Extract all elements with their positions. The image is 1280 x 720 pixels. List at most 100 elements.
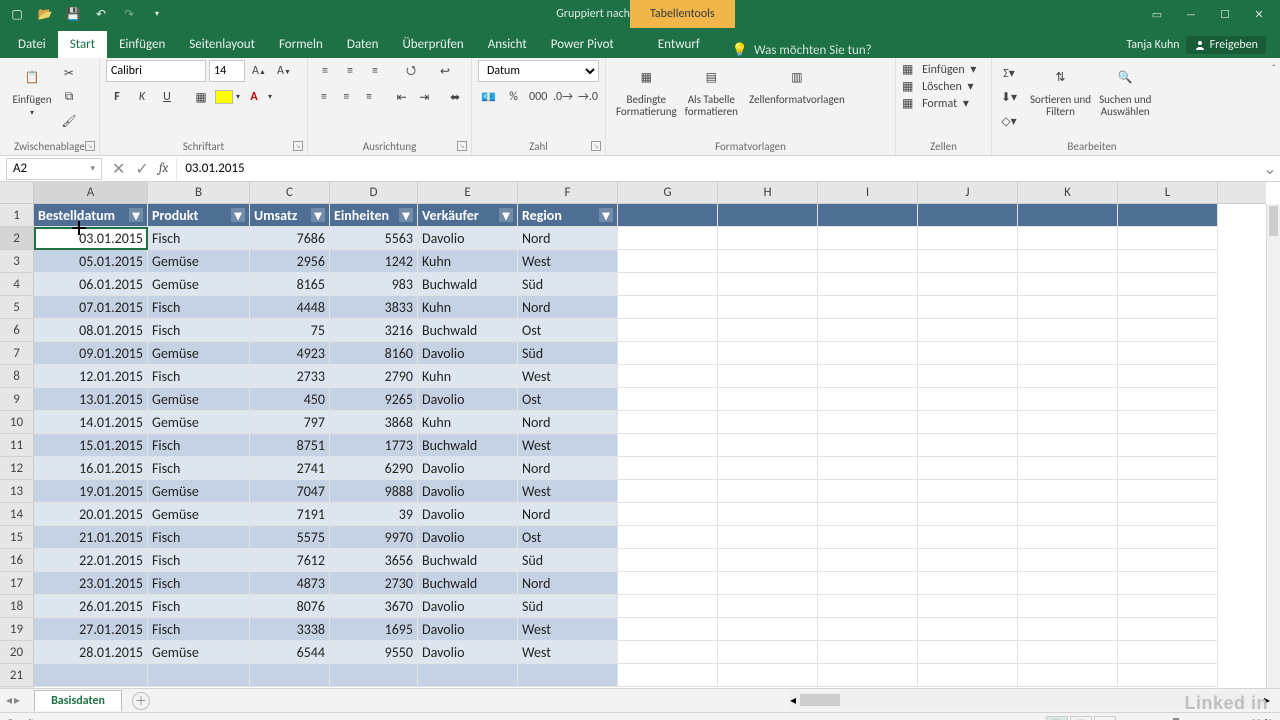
column-header[interactable]: C bbox=[250, 182, 330, 203]
cell[interactable] bbox=[918, 319, 1018, 342]
cell[interactable] bbox=[1118, 572, 1218, 595]
row-header[interactable]: 3 bbox=[0, 250, 34, 273]
cell[interactable]: Kuhn bbox=[418, 365, 518, 388]
row-header[interactable]: 7 bbox=[0, 342, 34, 365]
cell[interactable] bbox=[1018, 342, 1118, 365]
cell[interactable]: 21.01.2015 bbox=[34, 526, 148, 549]
cell[interactable] bbox=[618, 480, 718, 503]
accounting-icon[interactable]: 💶 bbox=[478, 86, 500, 108]
cell[interactable] bbox=[718, 618, 818, 641]
insert-cells-button[interactable]: ▦ Einfügen ▾ bbox=[902, 62, 985, 77]
tab-einfuegen[interactable]: Einfügen bbox=[107, 31, 177, 58]
cell[interactable]: 39 bbox=[330, 503, 418, 526]
cell[interactable] bbox=[618, 641, 718, 664]
tab-datei[interactable]: Datei bbox=[6, 31, 58, 58]
cell[interactable] bbox=[618, 595, 718, 618]
decrease-indent-icon[interactable]: ⇤ bbox=[392, 86, 412, 108]
cell[interactable]: Davolio bbox=[418, 342, 518, 365]
row-header[interactable]: 6 bbox=[0, 319, 34, 342]
filter-dropdown-icon[interactable]: ▾ bbox=[311, 208, 325, 222]
cell[interactable] bbox=[918, 480, 1018, 503]
cell[interactable] bbox=[718, 342, 818, 365]
cell[interactable]: Fisch bbox=[148, 434, 250, 457]
cell[interactable] bbox=[918, 664, 1018, 687]
cell[interactable]: Davolio bbox=[418, 503, 518, 526]
cell[interactable]: Davolio bbox=[418, 480, 518, 503]
scrollbar-thumb[interactable] bbox=[800, 694, 840, 706]
cell[interactable]: West bbox=[518, 365, 618, 388]
column-header[interactable]: F bbox=[518, 182, 618, 203]
align-center-icon[interactable]: ≡ bbox=[337, 86, 357, 108]
autosum-icon[interactable]: Σ▾ bbox=[998, 62, 1020, 84]
row-header[interactable]: 4 bbox=[0, 273, 34, 296]
cell[interactable]: Davolio bbox=[418, 388, 518, 411]
cell-styles-button[interactable]: ▥ Zellenformatvorlagen bbox=[742, 60, 852, 120]
filter-dropdown-icon[interactable]: ▾ bbox=[499, 208, 513, 222]
cell[interactable] bbox=[1118, 503, 1218, 526]
cell[interactable] bbox=[818, 204, 918, 227]
cell[interactable]: West bbox=[518, 618, 618, 641]
cell[interactable]: Gemüse bbox=[148, 641, 250, 664]
cell[interactable] bbox=[1118, 227, 1218, 250]
tab-entwurf[interactable]: Entwurf bbox=[646, 31, 712, 58]
row-header[interactable]: 11 bbox=[0, 434, 34, 457]
align-top-icon[interactable]: ≡ bbox=[314, 60, 336, 82]
cell[interactable]: 7612 bbox=[250, 549, 330, 572]
format-cells-button[interactable]: ▦ Format ▾ bbox=[902, 96, 985, 111]
cell[interactable] bbox=[618, 365, 718, 388]
row-header[interactable]: 12 bbox=[0, 457, 34, 480]
cell[interactable] bbox=[818, 572, 918, 595]
cell[interactable]: Bestelldatum▾ bbox=[34, 204, 148, 227]
cell[interactable]: 3338 bbox=[250, 618, 330, 641]
new-sheet-button[interactable]: ＋ bbox=[132, 692, 150, 710]
cell[interactable] bbox=[618, 227, 718, 250]
cell[interactable]: Fisch bbox=[148, 296, 250, 319]
cell[interactable] bbox=[718, 296, 818, 319]
cell[interactable]: 2733 bbox=[250, 365, 330, 388]
cell[interactable] bbox=[818, 296, 918, 319]
cell[interactable] bbox=[1018, 549, 1118, 572]
cell[interactable] bbox=[718, 204, 818, 227]
cell[interactable]: 6544 bbox=[250, 641, 330, 664]
cell[interactable] bbox=[818, 388, 918, 411]
cell[interactable]: Davolio bbox=[418, 618, 518, 641]
column-header[interactable]: J bbox=[918, 182, 1018, 203]
cell[interactable] bbox=[148, 664, 250, 687]
cell[interactable] bbox=[1118, 480, 1218, 503]
cell[interactable] bbox=[918, 273, 1018, 296]
formula-bar[interactable]: 03.01.2015 bbox=[176, 158, 1260, 180]
vertical-scrollbar[interactable] bbox=[1266, 204, 1280, 688]
cell[interactable]: Umsatz▾ bbox=[250, 204, 330, 227]
cell[interactable]: Ost bbox=[518, 526, 618, 549]
cell[interactable]: Fisch bbox=[148, 549, 250, 572]
cell[interactable] bbox=[818, 434, 918, 457]
worksheet-grid[interactable]: ABCDEFGHIJKL 123456789101112131415161718… bbox=[0, 182, 1280, 688]
cell[interactable] bbox=[1018, 296, 1118, 319]
cell[interactable] bbox=[1118, 296, 1218, 319]
delete-cells-button[interactable]: ▦ Löschen ▾ bbox=[902, 79, 985, 94]
cell[interactable]: Fisch bbox=[148, 595, 250, 618]
cell[interactable]: Fisch bbox=[148, 572, 250, 595]
fx-icon[interactable]: fx bbox=[159, 161, 169, 176]
row-header[interactable]: 10 bbox=[0, 411, 34, 434]
cell[interactable] bbox=[918, 641, 1018, 664]
row-header[interactable]: 2 bbox=[0, 227, 34, 250]
cell[interactable] bbox=[918, 388, 1018, 411]
row-header[interactable]: 14 bbox=[0, 503, 34, 526]
bold-button[interactable]: F bbox=[106, 86, 128, 108]
cell[interactable] bbox=[718, 595, 818, 618]
cell[interactable]: Fisch bbox=[148, 365, 250, 388]
cell[interactable] bbox=[618, 319, 718, 342]
cell[interactable]: Davolio bbox=[418, 526, 518, 549]
cell[interactable] bbox=[618, 250, 718, 273]
cell[interactable] bbox=[1118, 388, 1218, 411]
maximize-icon[interactable]: ☐ bbox=[1210, 4, 1240, 24]
number-format-select[interactable]: Datum bbox=[478, 60, 599, 82]
cell[interactable]: Kuhn bbox=[418, 250, 518, 273]
tab-ansicht[interactable]: Ansicht bbox=[476, 31, 539, 58]
cell[interactable] bbox=[718, 641, 818, 664]
cell[interactable] bbox=[1018, 319, 1118, 342]
cell[interactable]: West bbox=[518, 641, 618, 664]
row-header[interactable]: 21 bbox=[0, 664, 34, 687]
cell[interactable]: 22.01.2015 bbox=[34, 549, 148, 572]
